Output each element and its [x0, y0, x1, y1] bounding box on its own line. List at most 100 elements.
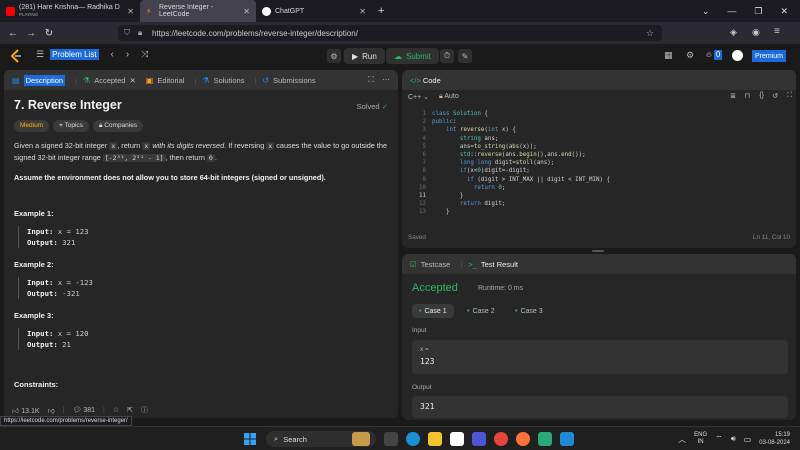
windows-start-icon[interactable]: [244, 433, 256, 445]
tab-solutions[interactable]: Solutions: [214, 76, 245, 85]
app-green-icon[interactable]: [538, 432, 552, 446]
format-icon[interactable]: ≣: [730, 92, 736, 100]
close-tab-icon[interactable]: ✕: [359, 7, 366, 16]
vscode-icon[interactable]: [560, 432, 574, 446]
companies-chip[interactable]: 🔒︎ Companies: [92, 120, 144, 132]
store-icon[interactable]: [450, 432, 464, 446]
debug-icon[interactable]: ⚙: [327, 49, 341, 63]
case-tab-3[interactable]: • Case 3: [508, 304, 550, 318]
premium-button[interactable]: Premium: [752, 50, 787, 62]
account-icon[interactable]: ◉: [752, 27, 760, 38]
language-indicator[interactable]: ENG IN: [694, 432, 707, 446]
pocket-icon[interactable]: ◈: [730, 27, 737, 38]
lock-icon[interactable]: 🔒︎: [138, 28, 142, 38]
close-tab-icon[interactable]: ✕: [243, 7, 250, 16]
minimize-icon[interactable]: —: [727, 6, 736, 16]
back-icon[interactable]: ←: [4, 28, 22, 39]
browser-tab-leetcode[interactable]: ⚡ Reverse Integer - LeetCode ✕: [140, 0, 256, 22]
code-editor[interactable]: class Solution { public: int reverse(int…: [432, 110, 610, 217]
assumption-note: Assume the environment does not allow yo…: [14, 173, 326, 182]
menu-icon[interactable]: ≡: [774, 26, 780, 37]
book-icon: ▣: [145, 75, 154, 85]
output-label: Output: [412, 384, 432, 391]
share-icon[interactable]: ⇱: [127, 406, 133, 414]
line-number: 12: [419, 201, 426, 208]
run-button[interactable]: ▶ Run: [344, 48, 385, 64]
case-tab-2[interactable]: • Case 2: [460, 304, 502, 318]
bookmark-star-icon[interactable]: ☆: [646, 28, 654, 39]
prev-problem-icon[interactable]: ‹: [111, 49, 114, 60]
description-panel: ▤ Description | ⚗ Accepted ✕ ▣ Editorial…: [4, 70, 398, 418]
timer-icon[interactable]: ⏱: [440, 49, 454, 63]
notes-icon[interactable]: ✎: [458, 49, 472, 63]
browser-tab-chatgpt[interactable]: ChatGPT ✕: [256, 0, 372, 22]
file-explorer-icon[interactable]: [428, 432, 442, 446]
submit-button[interactable]: ☁ Submit: [386, 48, 439, 64]
help-icon[interactable]: ⓘ: [141, 405, 148, 415]
new-tab-button[interactable]: +: [372, 0, 392, 22]
reload-icon[interactable]: ↻: [40, 28, 58, 39]
close-tab-icon[interactable]: ✕: [129, 76, 135, 85]
input-box: x = 123: [412, 340, 788, 374]
battery-icon[interactable]: ▭: [744, 435, 752, 444]
tab-submissions[interactable]: Submissions: [273, 76, 316, 85]
language-selector[interactable]: C++ ⌄: [408, 93, 429, 101]
case-tab-1[interactable]: • Case 1: [412, 304, 454, 318]
maximize-icon[interactable]: ⛶: [368, 75, 374, 85]
lock-icon: 🔒︎: [439, 93, 443, 100]
fullscreen-icon[interactable]: ⛶: [787, 92, 792, 100]
tab-editorial[interactable]: Editorial: [157, 76, 184, 85]
line-number: 6: [422, 152, 427, 159]
list-icon[interactable]: ☰: [36, 49, 44, 60]
layout-icon[interactable]: ▦: [664, 50, 673, 61]
chrome-icon[interactable]: [494, 432, 508, 446]
browser-tab-youtube[interactable]: (281) Hare Krishna— Radhika D PLAYING ✕: [0, 0, 140, 22]
like-button[interactable]: 👍︎ 13.1K: [12, 406, 40, 415]
problem-list-link[interactable]: Problem List: [50, 49, 99, 60]
favorite-star-icon[interactable]: ☆: [113, 406, 119, 414]
list-tabs-icon[interactable]: ⌄: [702, 6, 710, 17]
task-view-icon[interactable]: [384, 432, 398, 446]
next-problem-icon[interactable]: ›: [126, 49, 129, 60]
dislike-icon[interactable]: 👎︎: [48, 406, 55, 415]
leetcode-logo-icon[interactable]: [10, 49, 22, 63]
chevron-up-icon[interactable]: ︿: [678, 434, 686, 445]
url-bar[interactable]: ⛉ 🔒︎ https://leetcode.com/problems/rever…: [118, 25, 662, 41]
auto-mode-toggle[interactable]: 🔒︎ Auto: [439, 93, 459, 101]
edge-icon[interactable]: [406, 432, 420, 446]
reset-icon[interactable]: ↺: [772, 92, 778, 100]
avatar[interactable]: [732, 50, 743, 61]
app-icon[interactable]: [472, 432, 486, 446]
wifi-icon[interactable]: ⌔: [715, 434, 723, 444]
bookmark-icon[interactable]: ⊓: [745, 92, 750, 100]
shield-icon[interactable]: ⛉: [124, 28, 130, 38]
runtime-text: Runtime: 0 ms: [478, 285, 524, 292]
close-tab-icon[interactable]: ✕: [127, 7, 134, 16]
shuffle-icon[interactable]: ⤨: [141, 49, 148, 60]
firefox-icon[interactable]: [516, 432, 530, 446]
comments-button[interactable]: 💬︎ 381: [73, 406, 96, 414]
taskbar-search[interactable]: ⌕ Search: [266, 431, 376, 447]
braces-icon[interactable]: {}: [759, 92, 764, 99]
like-count: 13.1K: [21, 407, 40, 415]
topics-chip[interactable]: ⌖ Topics: [53, 120, 89, 132]
forward-icon[interactable]: →: [22, 28, 40, 39]
difficulty-badge[interactable]: Medium: [14, 120, 50, 132]
close-window-icon[interactable]: ✕: [780, 6, 788, 17]
streak-counter[interactable]: 🔥︎ 0: [706, 50, 723, 60]
tab-test-result[interactable]: Test Result: [481, 260, 518, 269]
output-value: 21: [57, 340, 71, 349]
tab-accepted[interactable]: Accepted: [94, 76, 125, 85]
panel-resize-handle[interactable]: [592, 250, 604, 252]
more-options-icon[interactable]: ⋯: [382, 75, 390, 84]
volume-icon[interactable]: 🔊︎: [731, 434, 736, 444]
settings-gear-icon[interactable]: ⚙: [686, 50, 694, 61]
tab-title: ChatGPT: [275, 7, 305, 15]
tab-description[interactable]: Description: [23, 74, 66, 86]
desc-text: . If reversing: [224, 141, 267, 150]
restore-icon[interactable]: ❐: [754, 6, 762, 17]
clock[interactable]: 15:19 03-08-2024: [759, 431, 790, 447]
tab-testcase[interactable]: Testcase: [421, 260, 451, 269]
problem-content: 7. Reverse Integer Solved ✓ Medium ⌖ Top…: [14, 98, 388, 389]
url-text[interactable]: https://leetcode.com/problems/reverse-in…: [152, 29, 358, 38]
